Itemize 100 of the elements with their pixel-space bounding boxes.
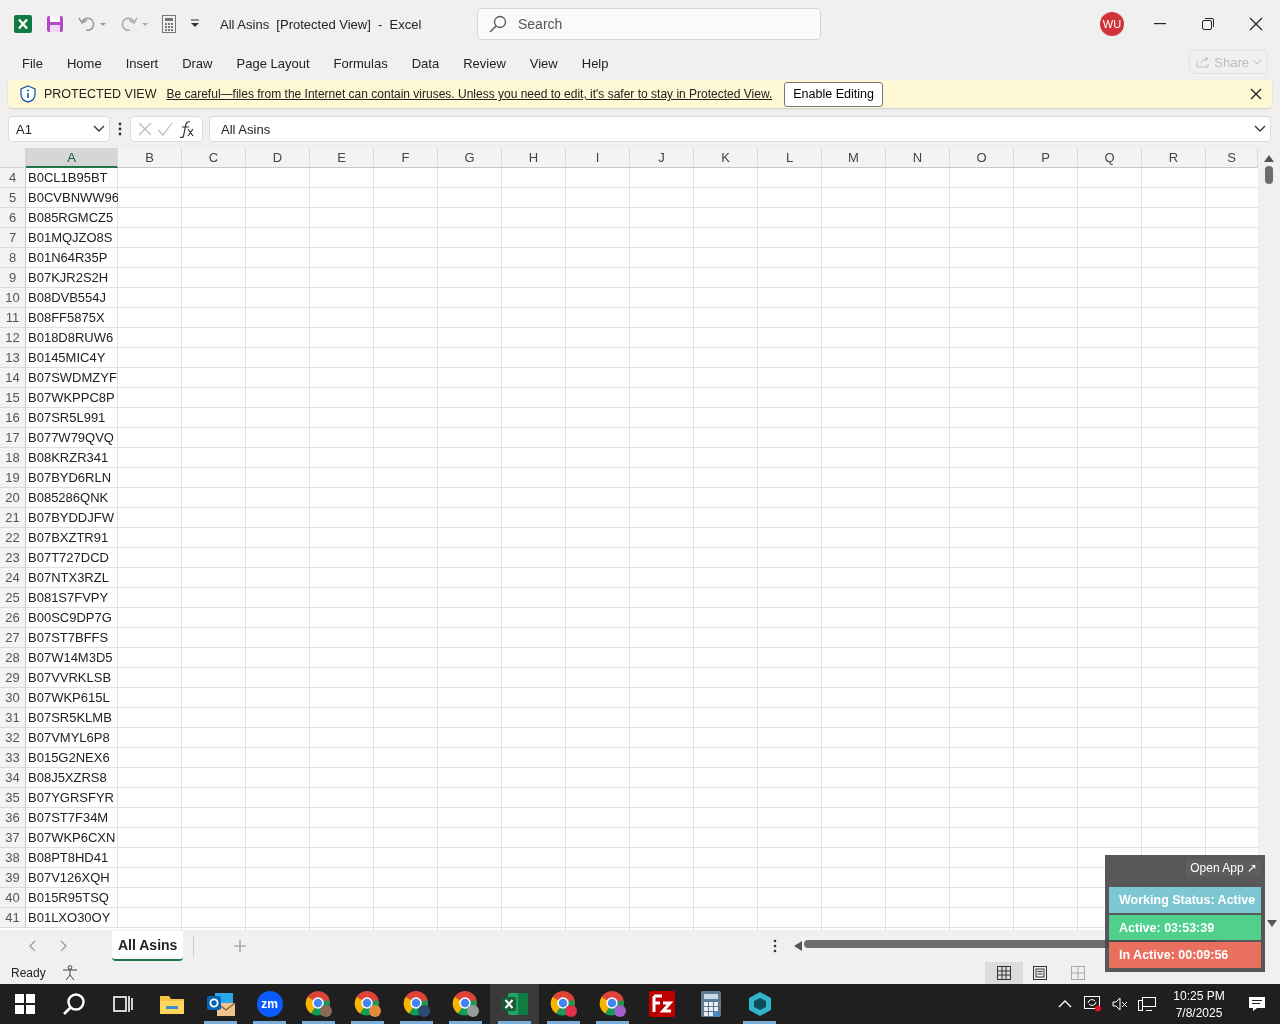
row-header[interactable]: 27 <box>0 628 26 648</box>
row-header[interactable]: 20 <box>0 488 26 508</box>
cube-app-icon[interactable] <box>746 991 773 1017</box>
scroll-down-icon[interactable] <box>1267 920 1277 928</box>
row-header[interactable]: 32 <box>0 728 26 748</box>
browser-icon[interactable] <box>353 990 382 1018</box>
column-header[interactable]: O <box>950 148 1014 168</box>
save-icon[interactable] <box>46 15 64 33</box>
notification-icon[interactable] <box>1248 996 1266 1012</box>
column-header[interactable]: D <box>246 148 310 168</box>
row-header[interactable]: 33 <box>0 748 26 768</box>
task-view-icon[interactable] <box>112 994 133 1014</box>
row-header[interactable]: 35 <box>0 788 26 808</box>
row-header[interactable]: 5 <box>0 188 26 208</box>
user-avatar[interactable]: WU <box>1100 12 1124 36</box>
column-header[interactable]: F <box>374 148 438 168</box>
column-header[interactable]: N <box>886 148 950 168</box>
column-header[interactable]: S <box>1206 148 1258 168</box>
ftp-app-icon[interactable] <box>648 991 675 1017</box>
browser-icon[interactable] <box>402 990 431 1018</box>
row-header[interactable]: 39 <box>0 868 26 888</box>
column-header[interactable]: A <box>26 148 118 168</box>
browser-icon[interactable] <box>451 990 480 1018</box>
muted-speaker-icon[interactable] <box>1112 997 1128 1011</box>
row-header[interactable]: 19 <box>0 468 26 488</box>
calculator-icon[interactable] <box>700 991 721 1017</box>
check-icon[interactable] <box>156 122 173 136</box>
sheet-tab[interactable]: All Asins <box>112 931 184 961</box>
browser-icon[interactable] <box>304 990 333 1018</box>
ribbon-tab[interactable]: Review <box>453 51 516 75</box>
spreadsheet-app-icon[interactable] <box>501 992 528 1016</box>
row-header[interactable]: 38 <box>0 848 26 868</box>
ribbon-tab[interactable]: Insert <box>115 51 169 75</box>
close-icon[interactable] <box>1248 86 1264 102</box>
browser-icon[interactable] <box>549 990 578 1018</box>
column-header[interactable]: G <box>438 148 502 168</box>
function-icon[interactable] <box>177 120 196 138</box>
windows-logo-icon[interactable] <box>14 994 35 1014</box>
search-field[interactable]: Search <box>477 8 821 40</box>
network-icon[interactable] <box>1138 997 1156 1011</box>
normal-view-icon[interactable] <box>985 962 1023 984</box>
row-header[interactable]: 10 <box>0 288 26 308</box>
ribbon-tab[interactable]: View <box>519 51 568 75</box>
ribbon-tab[interactable]: Formulas <box>323 51 398 75</box>
scroll-up-icon[interactable] <box>1264 154 1274 162</box>
sync-icon[interactable] <box>1084 996 1102 1012</box>
column-header[interactable]: E <box>310 148 374 168</box>
expand-caret-icon[interactable] <box>1254 125 1266 133</box>
column-header[interactable]: B <box>118 148 182 168</box>
row-header[interactable]: 12 <box>0 328 26 348</box>
protected-view-link[interactable]: Be careful—files from the Internet can contain viruses. Unless you need to edit, it's safer to stay in Protected View. <box>166 87 773 101</box>
ribbon-tab[interactable]: File <box>12 51 53 75</box>
ribbon-tab[interactable]: Data <box>401 51 450 75</box>
scroll-thumb[interactable] <box>1265 166 1273 184</box>
row-header[interactable]: 7 <box>0 228 26 248</box>
mail-app-icon[interactable] <box>206 991 235 1017</box>
row-header[interactable]: 22 <box>0 528 26 548</box>
row-header[interactable]: 23 <box>0 548 26 568</box>
ribbon-tab[interactable]: Home <box>56 51 112 75</box>
name-box[interactable]: A1 <box>8 116 110 142</box>
zoom-app-icon[interactable]: zm <box>256 991 283 1017</box>
row-header[interactable]: 21 <box>0 508 26 528</box>
row-header[interactable]: 11 <box>0 308 26 328</box>
browser-icon[interactable] <box>598 990 627 1018</box>
column-header[interactable]: C <box>182 148 246 168</box>
row-header[interactable]: 16 <box>0 408 26 428</box>
row-header[interactable]: 9 <box>0 268 26 288</box>
accessibility-icon[interactable] <box>61 965 78 981</box>
row-header[interactable]: 29 <box>0 668 26 688</box>
column-header[interactable]: Q <box>1078 148 1142 168</box>
column-header[interactable]: K <box>694 148 758 168</box>
formula-field[interactable]: All Asins <box>209 116 1271 142</box>
more-options-icon[interactable] <box>116 122 124 136</box>
row-header[interactable]: 34 <box>0 768 26 788</box>
customize-caret-icon[interactable] <box>190 19 200 29</box>
row-header[interactable]: 25 <box>0 588 26 608</box>
row-header[interactable]: 8 <box>0 248 26 268</box>
column-header[interactable]: L <box>758 148 822 168</box>
more-options-icon[interactable] <box>773 939 778 953</box>
search-icon[interactable] <box>61 992 86 1016</box>
column-header[interactable]: J <box>630 148 694 168</box>
column-header[interactable]: M <box>822 148 886 168</box>
scroll-left-icon[interactable] <box>794 941 803 951</box>
column-header[interactable]: I <box>566 148 630 168</box>
ribbon-tab[interactable]: Help <box>571 51 619 75</box>
open-app-button[interactable]: Open App ↗ <box>1186 859 1261 877</box>
row-header[interactable]: 28 <box>0 648 26 668</box>
row-header[interactable]: 24 <box>0 568 26 588</box>
column-header[interactable]: P <box>1014 148 1078 168</box>
row-header[interactable]: 40 <box>0 888 26 908</box>
chevron-up-icon[interactable] <box>1058 1000 1072 1008</box>
row-header[interactable]: 31 <box>0 708 26 728</box>
row-header[interactable]: 15 <box>0 388 26 408</box>
row-header[interactable]: 37 <box>0 828 26 848</box>
row-header[interactable]: 36 <box>0 808 26 828</box>
row-header[interactable]: 17 <box>0 428 26 448</box>
row-header[interactable]: 18 <box>0 448 26 468</box>
row-header[interactable]: 30 <box>0 688 26 708</box>
folder-icon[interactable] <box>159 994 184 1014</box>
row-header[interactable]: 4 <box>0 168 26 188</box>
